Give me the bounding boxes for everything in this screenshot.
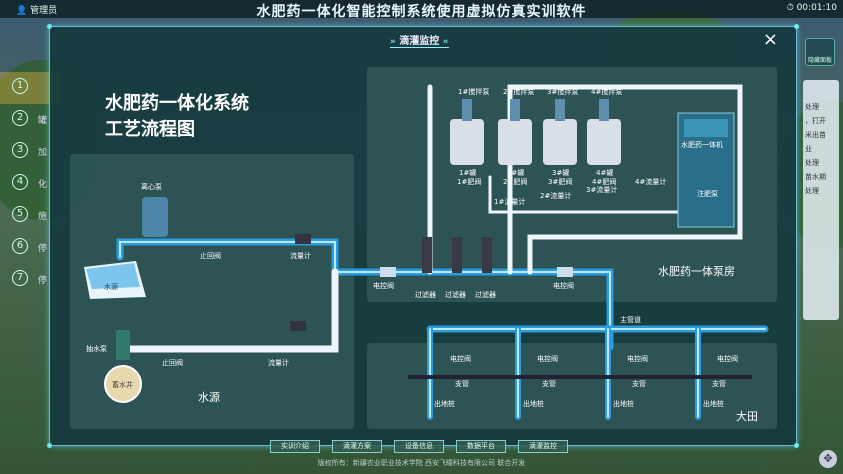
clock: ⏱ 00:01:10 [786,3,837,13]
outlet-label: 出地桩 [523,400,544,408]
app-title: 水肥药一体化智能控制系统使用虚拟仿真实训软件 [256,4,587,20]
field-name: 大田 [736,410,758,423]
fert-valve-label: 2#肥阀 [503,178,528,186]
filter-label: 过滤器 [415,291,436,299]
top-bar: 👤 管理员 水肥药一体化智能控制系统使用虚拟仿真实训软件 ⏱ 00:01:10 [0,0,843,20]
hide-panel-button[interactable]: 隐藏面板 [805,38,835,66]
check-valve-label: 止回阀 [162,359,183,367]
check-valve-label: 止回阀 [200,252,221,260]
branch-valve-label: 电控阀 [717,355,738,363]
branch-valve-label: 电控阀 [627,355,648,363]
machine-label: 水肥药一体机 [681,141,723,149]
flow-meter-label: 流量计 [290,252,311,260]
outlet-label: 出地桩 [434,400,455,408]
outlet-label: 出地桩 [613,400,634,408]
outlet-label: 出地桩 [703,400,724,408]
main-pipe-label: 主管道 [620,316,641,324]
pump-room-name: 水肥药一体泵房 [658,265,735,278]
intro-button[interactable]: 实训介绍 [270,440,320,453]
fert-valve-label: 1#肥阀 [457,178,482,186]
branch-valve-label: 电控阀 [450,355,471,363]
branch-pipe-label: 支管 [632,380,646,388]
data-platform-button[interactable]: 数据平台 [456,440,506,453]
electric-valve-label: 电控阀 [553,282,574,290]
flow-meter-label: 1#流量计 [494,198,526,206]
branch-pipe-label: 支管 [455,380,469,388]
branch-valve-label: 电控阀 [537,355,558,363]
task-panel: 处理 ，打开 米出苗业 处理 苗水期 处理 [803,80,839,320]
plan-button[interactable]: 滴灌方案 [332,440,382,453]
suction-pump-label: 抽水泵 [86,345,107,353]
fert-valve-label: 3#肥阀 [548,178,573,186]
copyright-footer: 版权所有：新疆农业职业技术学院 西安飞瞳科技有限公司 联合开发 [317,459,526,467]
process-diagram [84,84,769,420]
electric-valve-label: 电控阀 [373,282,394,290]
branch-pipe-label: 支管 [712,380,726,388]
flow-meter-label: 2#流量计 [540,192,572,200]
flow-meter-label: 3#流量计 [586,186,618,194]
mixer-label: 3#搅拌泵 [547,88,579,96]
flow-meter-label: 流量计 [268,359,289,367]
centrifugal-pump-label: 离心泵 [141,183,162,191]
mixer-label: 1#搅拌泵 [458,88,490,96]
pool-label: 水源 [104,283,118,291]
filter-label: 过滤器 [445,291,466,299]
mixer-label: 4#搅拌泵 [591,88,623,96]
mixer-label: 2#搅拌泵 [503,88,535,96]
drip-monitor-modal: » 滴灌监控 « × 水肥药一体化系统 工艺流程图 离心泵 止回阀 流量计 水源… [47,24,799,448]
well-label: 蓄水井 [112,381,133,389]
water-source-name: 水源 [198,391,220,404]
filter-label: 过滤器 [475,291,496,299]
flow-meter-label: 4#流量计 [635,178,667,186]
navigation-icon[interactable]: ✥ [819,450,837,468]
bottom-menu: 实训介绍 滴灌方案 设备信息 数据平台 滴灌监控 [270,440,570,454]
device-info-button[interactable]: 设备信息 [394,440,444,453]
injection-pump-label: 注肥泵 [697,190,718,198]
branch-pipe-label: 支管 [542,380,556,388]
drip-monitor-button[interactable]: 滴灌监控 [518,440,568,453]
